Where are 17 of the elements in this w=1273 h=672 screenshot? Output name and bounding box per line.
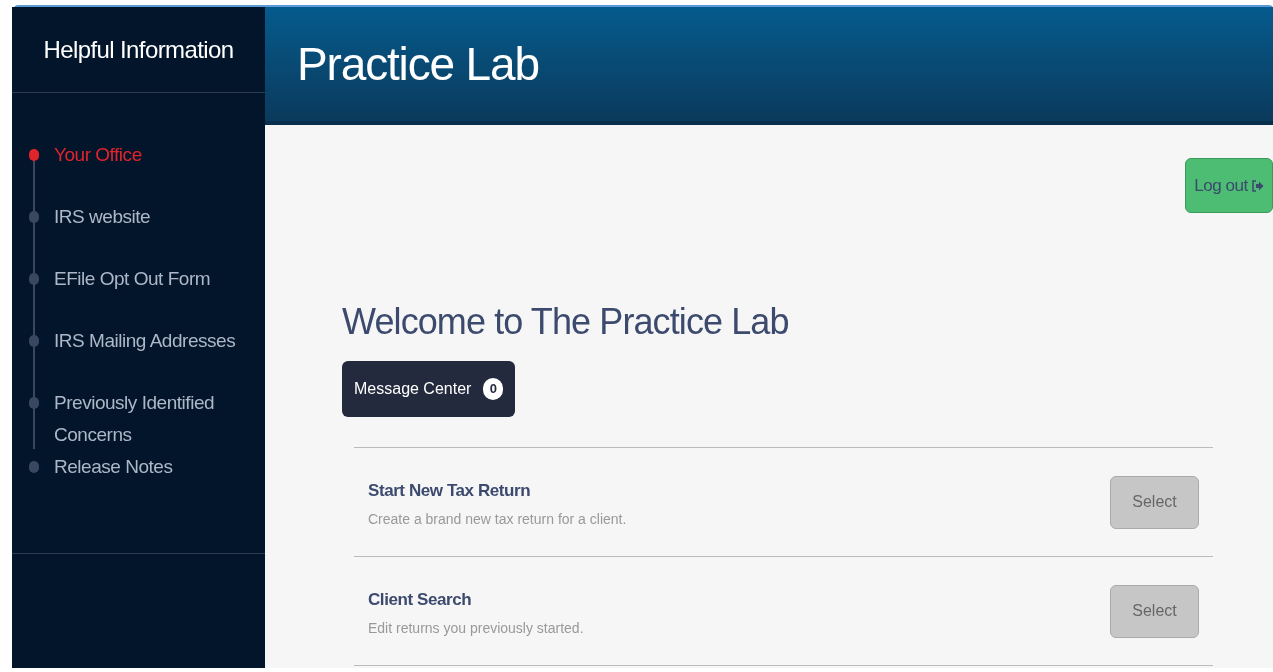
action-title: Client Search xyxy=(368,588,473,611)
logout-icon xyxy=(1251,179,1264,192)
action-title: Start New Tax Return xyxy=(368,479,532,502)
sidebar-item[interactable]: EFile Opt Out Form xyxy=(12,263,265,325)
sidebar-item[interactable]: Release Notes xyxy=(12,451,265,513)
action-description: Create a brand new tax return for a client. xyxy=(368,510,627,530)
sidebar-item[interactable]: Previously Identified Concerns xyxy=(12,387,265,451)
page-title: Practice Lab xyxy=(297,36,539,92)
message-count-badge: 0 xyxy=(483,378,504,400)
sidebar-item[interactable]: IRS Mailing Addresses xyxy=(12,325,265,387)
message-center-button[interactable]: Message Center 0 xyxy=(342,361,516,417)
sidebar-item[interactable]: Your Office xyxy=(12,139,265,201)
logout-button[interactable]: Log out xyxy=(1185,158,1273,213)
action-description: Edit returns you previously started. xyxy=(368,619,584,639)
sidebar-title: Helpful Information xyxy=(43,34,234,65)
welcome-heading: Welcome to The Practice Lab xyxy=(342,300,790,344)
sidebar-item[interactable]: IRS website xyxy=(12,201,265,263)
